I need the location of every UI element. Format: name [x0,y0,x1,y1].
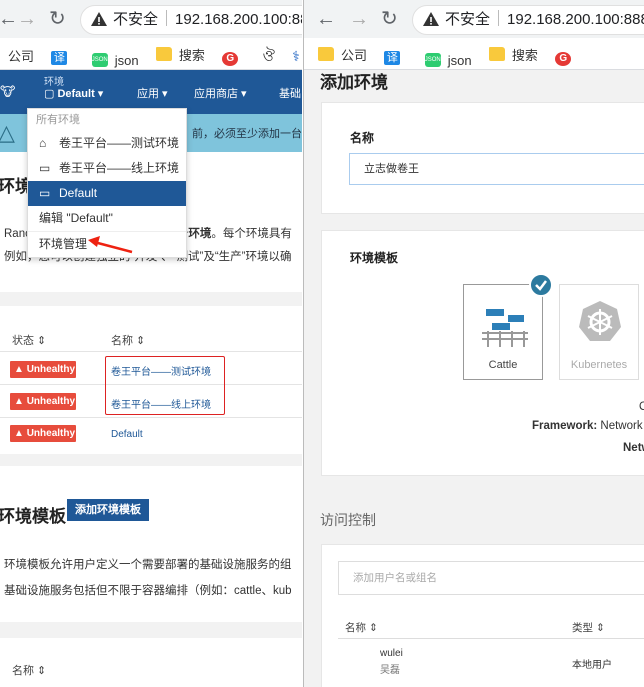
bookmarks-bar: 公司 译 JSON json 搜索 G [304,38,644,70]
template-section: 环境模板 添加环境模板 环境模板允许用户定义一个需要部署的基础设施服务的组 基础… [0,466,302,622]
translate-icon: 译 [384,51,401,65]
left-browser-window: ← → ↻ 不安全 192.168.200.100:8888 公司 译 JSONj… [0,0,302,687]
env-label: 环境 [44,77,64,88]
bookmark-json[interactable]: JSON json [424,44,472,69]
home-icon: ⌂ [39,136,47,150]
address-bar: ← → ↻ 不安全 192.168.200.100:8888 [0,0,302,38]
user-login: wulei [380,648,403,659]
access-col-type[interactable]: 类型 ⇕ [572,620,605,635]
insecure-label: 不安全 [113,11,159,28]
template-label: 环境模板 [350,251,399,265]
template-desc-2: 基础设施服务包括但不限于容器编排（例如：cattle、kub [4,585,292,597]
url-box[interactable]: 不安全 192.168.200.100:8888 [412,5,644,35]
bookmark-company[interactable]: 公司 [8,40,34,70]
kubernetes-name: Kubernetes [570,359,628,371]
add-env-title: 添加环境 [320,73,388,92]
name-label: 名称 [350,131,375,145]
col-status[interactable]: 状态 ⇕ [12,332,46,348]
script-icon: ঔ [262,48,275,65]
add-env-page: 添加环境 名称 立志做卷王 环境模板 Cattle Kubernetes Fra… [304,70,644,687]
menu-apps[interactable]: 应用 ▾ [137,85,168,101]
dropdown-item-prod[interactable]: ▭ 卷王平台——线上环境 [28,156,186,181]
forward-icon[interactable]: → [349,8,369,30]
menu-infra[interactable]: 基础 [279,85,301,101]
highlight-box [105,356,225,415]
access-title: 访问控制 [320,512,376,528]
env-selector[interactable]: ▢ Default ▾ [44,87,103,100]
back-icon[interactable]: ← [0,8,18,30]
url-text: 192.168.200.100:8888 [175,11,302,28]
kubernetes-icon [579,301,621,341]
json-icon: JSON [91,53,108,67]
red-arrow [88,236,133,254]
name-input[interactable]: 立志做卷王 [349,153,644,185]
status-badge: ▲ Unhealthy [10,361,76,378]
access-card: 添加用户名或组名 名称 ⇕ 类型 ⇕ wulei 吴磊 本地用户 [321,544,644,687]
check-icon [529,273,553,297]
bookmark-translate[interactable]: 译 [384,42,407,69]
insecure-label: 不安全 [445,11,491,28]
template-title: 环境模板 [0,507,66,526]
bookmark-company[interactable]: 公司 [318,38,367,69]
folder-icon [155,47,172,61]
bookmarks-bar: 公司 译 JSONjson 搜索 G ঔ ⚕jira [0,38,302,70]
template-table: 名称 ⇕ [0,638,302,687]
info-text: 前，必须至少添加一台 [192,128,302,140]
access-col-name[interactable]: 名称 ⇕ [345,620,378,635]
g-logo-icon: G [222,52,239,66]
template-kubernetes[interactable]: Kubernetes [559,284,639,380]
bookmark-translate[interactable]: 译 [51,42,74,69]
rancher-logo-icon: 🐮 [0,84,16,99]
warning-icon [91,12,107,26]
status-badge: ▲ Unhealthy [10,393,76,410]
add-template-button[interactable]: 添加环境模板 [67,499,149,521]
access-search-input[interactable]: 添加用户名或组名 [338,561,644,595]
cattle-icon [482,309,528,347]
g-logo-icon: G [555,52,572,66]
dropdown-item-default[interactable]: ▭ Default [28,181,186,206]
folder-icon [318,47,334,61]
reload-icon[interactable]: ↻ [381,8,398,30]
folder-icon: ▭ [39,161,51,175]
status-badge: ▲ Unhealthy [10,425,76,442]
back-icon[interactable]: ← [316,8,336,30]
template-card: 环境模板 Cattle Kubernetes O [321,230,644,476]
template-cattle[interactable]: Cattle [463,284,543,380]
bookmark-g[interactable]: G [222,43,245,69]
url-box[interactable]: 不安全 192.168.200.100:8888 [80,5,302,35]
col-name[interactable]: 名称 ⇕ [111,332,145,348]
user-name: 吴磊 [380,665,400,676]
bookmark-script[interactable]: ঔ [262,42,275,70]
url-text: 192.168.200.100:8888 [507,11,644,28]
env-link-default[interactable]: Default [111,429,143,440]
address-bar: ← → ↻ 不安全 192.168.200.100:8888 [304,0,644,38]
dropdown-header: 所有环境 [36,114,80,126]
dropdown-item-test[interactable]: ⌂ 卷王平台——测试环境 [28,131,186,156]
translate-icon: 译 [51,51,68,65]
json-icon: JSON [424,53,441,67]
folder-icon: ▭ [39,186,51,200]
reload-icon[interactable]: ↻ [49,8,66,30]
warning-icon [423,12,439,26]
bookmark-g[interactable]: G [555,43,578,69]
template-desc-1: 环境模板允许用户定义一个需要部署的基础设施服务的组 [4,559,292,571]
right-browser-window: ← → ↻ 不安全 192.168.200.100:8888 公司 译 JSON j… [303,0,644,687]
alert-triangle-icon: △ [0,120,15,145]
template-col-name[interactable]: 名称 ⇕ [12,662,46,678]
user-type: 本地用户 [572,660,612,671]
jira-icon: ⚕ [292,48,300,64]
name-card: 名称 立志做卷王 [321,102,644,214]
bookmark-search[interactable]: 搜索 [155,38,205,69]
dropdown-edit[interactable]: 编辑 "Default" [28,206,186,231]
bookmark-jira[interactable]: ⚕jira [292,41,302,70]
forward-icon[interactable]: → [17,8,37,30]
menu-catalog[interactable]: 应用商店 ▾ [194,85,247,101]
bookmark-json[interactable]: JSON json [91,44,139,69]
bookmark-search[interactable]: 搜索 [488,38,538,69]
cattle-name: Cattle [488,359,518,371]
folder-icon [488,47,505,61]
o-label: O [639,401,644,413]
framework-row: Framework: Network [532,420,643,432]
netw-label: Netw [623,442,644,454]
